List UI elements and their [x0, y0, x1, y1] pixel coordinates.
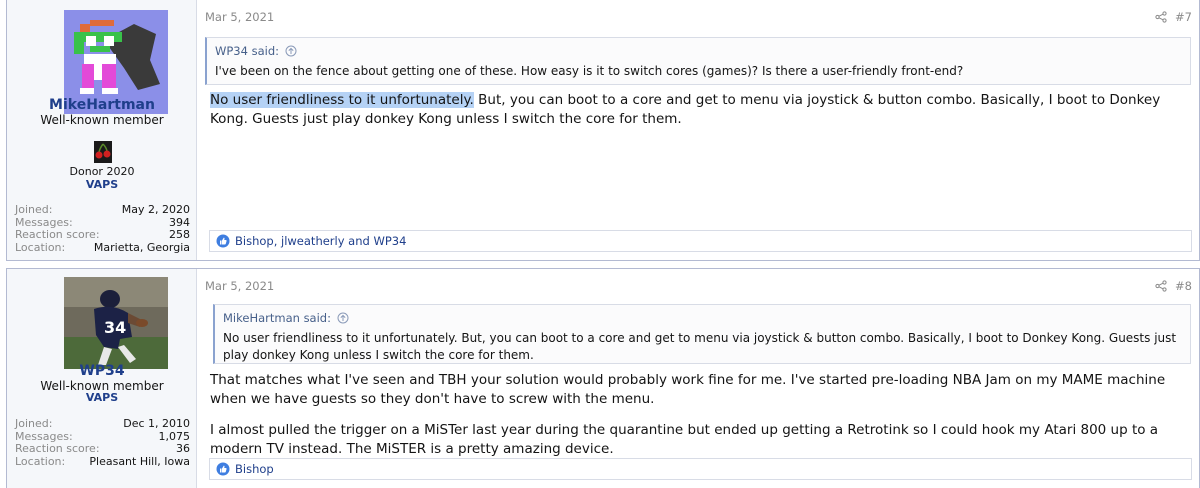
- post-number[interactable]: #7: [1175, 10, 1192, 24]
- selected-text: No user friendliness to it unfortunately…: [210, 92, 474, 108]
- stat-label: Joined:: [15, 203, 53, 216]
- username[interactable]: WP34: [7, 363, 197, 379]
- post-8: 34 WP34 Well-known member VAPS Joined: De…: [6, 268, 1200, 488]
- message-paragraph: That matches what I've seen and TBH your…: [210, 372, 1166, 407]
- group-label: VAPS: [85, 178, 119, 191]
- quote-header[interactable]: MikeHartman said:: [215, 305, 1190, 325]
- reactions-list[interactable]: Bishop: [235, 462, 274, 476]
- stat-value: 258: [169, 228, 190, 241]
- post-main: Mar 5, 2021 #8 MikeHartman said: No user…: [197, 269, 1199, 488]
- like-icon: [216, 234, 230, 248]
- user-sidebar: 34 WP34 Well-known member VAPS Joined: De…: [7, 269, 197, 488]
- post-7: MikeHartman Well-known member Donor 2020…: [6, 0, 1200, 261]
- message-body: No user friendliness to it unfortunately…: [210, 91, 1189, 129]
- stat-value: Dec 1, 2010: [123, 417, 190, 430]
- quote-author[interactable]: WP34 said:: [215, 44, 279, 58]
- reactions-bar[interactable]: Bishop: [209, 458, 1192, 480]
- arrow-up-circle-icon[interactable]: [337, 312, 349, 324]
- avatar[interactable]: 34: [64, 277, 168, 369]
- post-date[interactable]: Mar 5, 2021: [205, 279, 274, 293]
- share-icon[interactable]: [1155, 11, 1167, 23]
- quote-text: No user friendliness to it unfortunately…: [223, 331, 1177, 362]
- message-paragraph: I almost pulled the trigger on a MiSTer …: [210, 422, 1159, 457]
- svg-text:34: 34: [104, 318, 126, 337]
- user-title: Well-known member: [40, 113, 164, 127]
- stat-value: Pleasant Hill, Iowa: [89, 454, 190, 468]
- stat-label: Joined:: [15, 417, 53, 430]
- post-main: Mar 5, 2021 #7 WP34 said: I've been on t…: [197, 0, 1199, 260]
- user-sidebar: MikeHartman Well-known member Donor 2020…: [7, 0, 197, 260]
- stat-label: Reaction score:: [15, 442, 100, 455]
- donor-label: Donor 2020: [69, 165, 135, 178]
- stat-value: May 2, 2020: [121, 203, 190, 216]
- stat-value: 36: [176, 442, 190, 455]
- username[interactable]: MikeHartman: [7, 97, 197, 113]
- post-date[interactable]: Mar 5, 2021: [205, 10, 274, 24]
- stat-label: Location:: [15, 240, 66, 254]
- user-stats: Joined: May 2, 2020 Messages: 394 Reaction…: [15, 203, 190, 254]
- user-stats: Joined: Dec 1, 2010 Messages: 1,075 Reacti…: [15, 417, 190, 468]
- quote-header[interactable]: WP34 said:: [207, 38, 1190, 58]
- stat-label: Location:: [15, 454, 66, 468]
- like-icon: [216, 462, 230, 476]
- reactions-bar[interactable]: Bishop, jlweatherly and WP34: [209, 230, 1192, 252]
- quote-block: MikeHartman said: No user friendliness t…: [213, 304, 1191, 364]
- stat-value: Marietta, Georgia: [93, 240, 190, 254]
- stat-label: Reaction score:: [15, 228, 100, 241]
- arrow-up-circle-icon[interactable]: [285, 45, 297, 57]
- quote-block: WP34 said: I've been on the fence about …: [205, 37, 1191, 85]
- post-number[interactable]: #8: [1175, 279, 1192, 293]
- cherry-icon: [94, 141, 112, 163]
- share-icon[interactable]: [1155, 280, 1167, 292]
- reactions-list[interactable]: Bishop, jlweatherly and WP34: [235, 234, 406, 248]
- quote-text: I've been on the fence about getting one…: [215, 64, 964, 78]
- quote-author[interactable]: MikeHartman said:: [223, 311, 331, 325]
- group-label: VAPS: [85, 391, 119, 404]
